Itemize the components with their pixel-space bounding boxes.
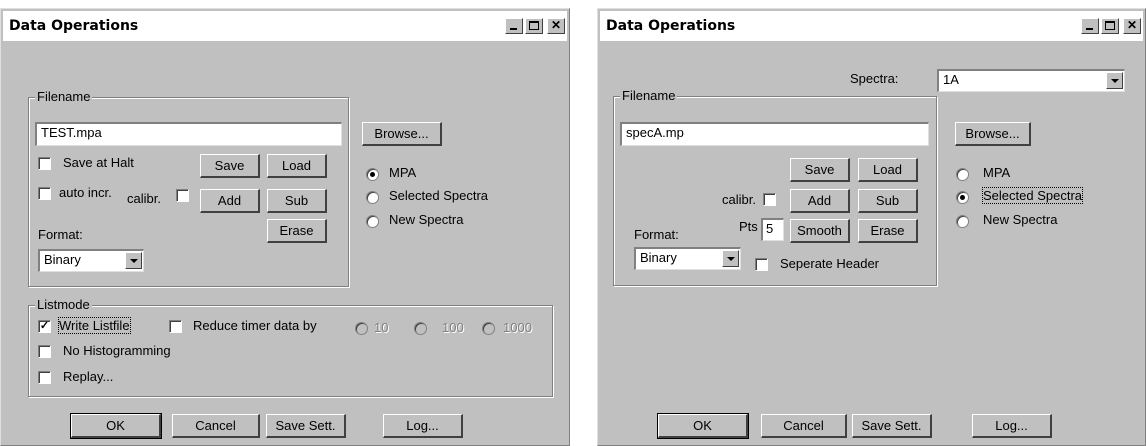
add-button[interactable]: Add (790, 189, 850, 213)
log-button[interactable]: Log... (972, 414, 1052, 438)
minimize-button[interactable] (1081, 18, 1099, 34)
spectra-dropdown[interactable]: 1A (937, 69, 1125, 92)
no-histogramming-checkbox[interactable] (38, 345, 51, 358)
save-button[interactable]: Save (790, 158, 850, 182)
erase-button[interactable]: Erase (858, 219, 918, 243)
save-at-halt-label: Save at Halt (63, 155, 134, 170)
filename-input[interactable]: TEST.mpa (35, 122, 342, 146)
auto-incr-checkbox[interactable] (38, 187, 51, 200)
write-listfile-checkbox[interactable]: ✓ (38, 320, 51, 333)
ok-button[interactable]: OK (657, 413, 749, 439)
close-icon: ✕ (550, 18, 562, 32)
erase-button[interactable]: Erase (267, 219, 327, 243)
format-value: Binary (44, 252, 81, 267)
reduce-radio-10[interactable] (355, 322, 368, 335)
reduce-timer-label: Reduce timer data by (193, 318, 317, 333)
title-bar: Data Operations ✕ (600, 11, 1143, 41)
spectra-label: Spectra: (850, 71, 899, 86)
data-operations-dialog-mpa: Data Operations ✕ Filename TEST.mpa Brow… (0, 8, 570, 446)
browse-button[interactable]: Browse... (362, 122, 442, 146)
chevron-down-icon[interactable] (125, 252, 142, 269)
write-listfile-label: Write Listfile (58, 317, 131, 334)
reduce-radio-100-label: 100 (442, 320, 464, 335)
title-bar: Data Operations ✕ (3, 11, 567, 41)
sub-button[interactable]: Sub (858, 189, 918, 213)
dialog-title: Data Operations (606, 18, 736, 34)
replay-label: Replay... (63, 369, 114, 384)
radio-mpa-label: MPA (389, 165, 417, 180)
radio-selected-spectra-label: Selected Spectra (389, 188, 489, 203)
reduce-radio-1000[interactable] (482, 322, 495, 335)
calibr-checkbox[interactable] (763, 193, 776, 206)
calibr-label: calibr. (722, 192, 756, 207)
radio-new-spectra-label: New Spectra (389, 212, 464, 227)
radio-selected-spectra[interactable] (956, 191, 969, 204)
reduce-radio-100[interactable] (414, 322, 427, 335)
minimize-button[interactable] (505, 18, 523, 34)
radio-selected-spectra-label: Selected Spectra (981, 187, 1084, 204)
radio-selected-spectra[interactable] (366, 191, 379, 204)
spectra-value: 1A (943, 72, 959, 87)
browse-button[interactable]: Browse... (955, 122, 1031, 146)
chevron-down-icon[interactable] (1106, 72, 1123, 89)
save-sett-button[interactable]: Save Sett. (266, 414, 346, 438)
minimize-icon (1086, 28, 1093, 30)
calibr-label: calibr. (127, 191, 161, 206)
radio-new-spectra[interactable] (956, 215, 969, 228)
filename-group-label: Filename (620, 88, 678, 104)
reduce-timer-checkbox[interactable] (169, 320, 182, 333)
reduce-radio-1000-label: 1000 (503, 320, 532, 335)
maximize-button[interactable] (525, 18, 543, 34)
listmode-group-label: Listmode (35, 297, 92, 313)
cancel-button[interactable]: Cancel (761, 414, 847, 438)
calibr-checkbox[interactable] (176, 189, 189, 202)
pts-label: Pts (739, 219, 758, 234)
data-operations-dialog-spectra: Data Operations ✕ Spectra: 1A Filename s… (597, 8, 1146, 446)
sub-button[interactable]: Sub (267, 189, 327, 213)
log-button[interactable]: Log... (383, 414, 463, 438)
save-sett-button[interactable]: Save Sett. (852, 414, 932, 438)
cancel-button[interactable]: Cancel (172, 414, 260, 438)
radio-mpa-label: MPA (983, 165, 1011, 180)
separate-header-checkbox[interactable] (755, 258, 768, 271)
no-histogramming-label: No Histogramming (63, 343, 171, 358)
dialog-title: Data Operations (9, 18, 139, 34)
pts-input[interactable]: 5 (761, 218, 784, 241)
load-button[interactable]: Load (858, 158, 918, 182)
filename-input[interactable]: specA.mp (620, 122, 929, 146)
minimize-icon (510, 28, 517, 30)
maximize-button[interactable] (1101, 18, 1119, 34)
radio-new-spectra[interactable] (366, 215, 379, 228)
close-icon: ✕ (1126, 18, 1138, 32)
format-dropdown[interactable]: Binary (634, 247, 741, 270)
format-label: Format: (634, 227, 679, 242)
replay-checkbox[interactable] (38, 371, 51, 384)
smooth-button[interactable]: Smooth (790, 219, 850, 243)
format-value: Binary (640, 250, 677, 265)
save-at-halt-checkbox[interactable] (38, 157, 51, 170)
ok-button[interactable]: OK (70, 413, 162, 439)
add-button[interactable]: Add (200, 189, 260, 213)
save-button[interactable]: Save (200, 154, 260, 178)
format-dropdown[interactable]: Binary (38, 249, 144, 272)
load-button[interactable]: Load (267, 154, 327, 178)
format-label: Format: (38, 227, 83, 242)
radio-mpa[interactable] (366, 168, 379, 181)
reduce-radio-10-label: 10 (374, 320, 389, 335)
filename-group-label: Filename (35, 89, 93, 105)
chevron-down-icon[interactable] (722, 250, 739, 267)
radio-new-spectra-label: New Spectra (983, 212, 1058, 227)
separate-header-label: Seperate Header (780, 256, 880, 271)
radio-mpa[interactable] (956, 168, 969, 181)
auto-incr-label: auto incr. (59, 185, 112, 200)
maximize-icon (1105, 21, 1115, 30)
maximize-icon (529, 21, 539, 30)
close-button[interactable]: ✕ (547, 18, 565, 34)
close-button[interactable]: ✕ (1123, 18, 1141, 34)
